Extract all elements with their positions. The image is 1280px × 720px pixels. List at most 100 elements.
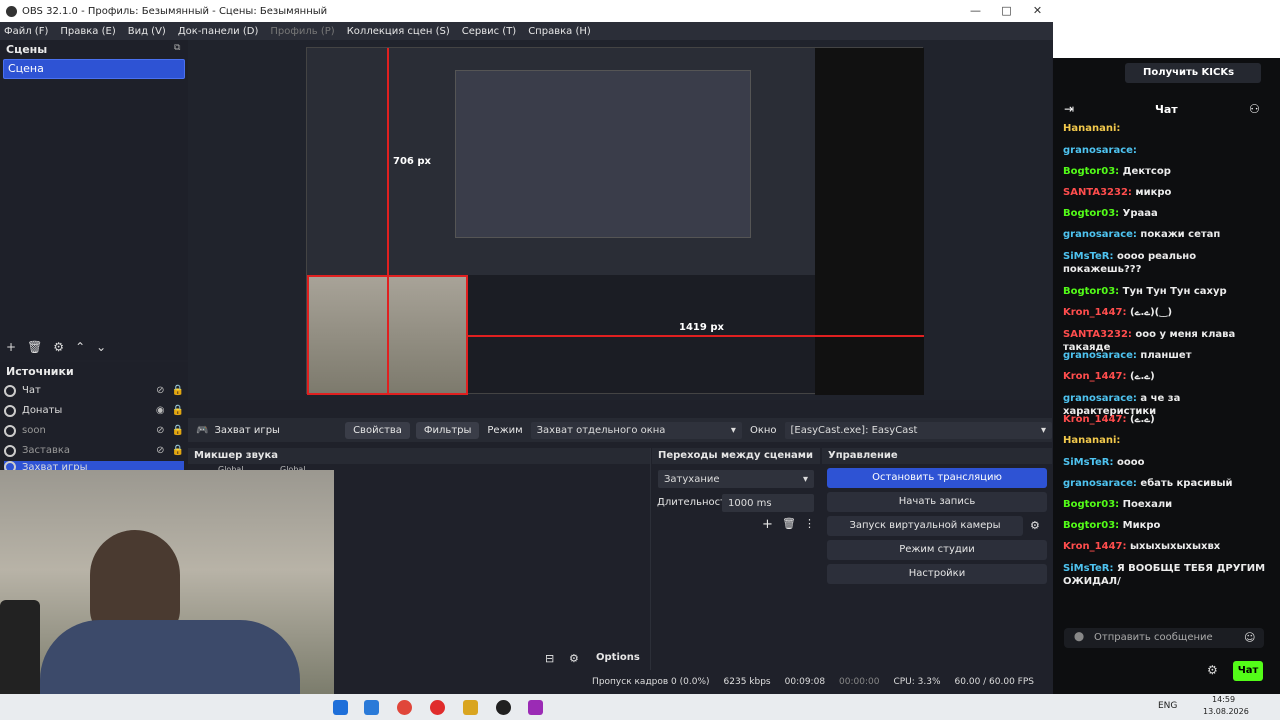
lock-icon[interactable]: 🔒 (172, 385, 184, 396)
lock-icon[interactable]: 🔒 (172, 445, 184, 456)
maximize-button[interactable]: □ (991, 0, 1022, 22)
chat-username[interactable]: Hananani: (1063, 435, 1120, 446)
chevron-down-icon: ▾ (1040, 424, 1046, 436)
more-icon[interactable]: ⋮ (804, 517, 815, 530)
move-up-icon[interactable]: ⌃ (75, 340, 85, 354)
virtual-camera-settings-icon[interactable]: ⚙ (1030, 519, 1040, 532)
lock-icon[interactable]: 🔒 (172, 405, 184, 416)
clock-time[interactable]: 14:59 (1212, 695, 1235, 704)
mode-select[interactable]: Захват отдельного окна ▾ (530, 421, 742, 439)
chat-message-text: (ے.ے) (1130, 414, 1155, 425)
menu-view[interactable]: Вид (V) (128, 26, 166, 37)
transition-select[interactable]: Затухание ▾ (658, 470, 814, 488)
window-select[interactable]: [EasyCast.exe]: EasyCast ▾ (784, 421, 1052, 439)
transition-select-value: Затухание (664, 473, 720, 485)
language-indicator[interactable]: ENG (1158, 701, 1177, 711)
start-virtual-camera-button[interactable]: Запуск виртуальной камеры (827, 516, 1023, 536)
minimize-button[interactable]: — (960, 0, 991, 22)
chat-input-icon: ⬤ (1074, 632, 1085, 642)
menu-help[interactable]: Справка (H) (528, 26, 591, 37)
cpu-usage: CPU: 3.3% (893, 677, 941, 687)
source-item[interactable]: Донаты ◉ 🔒 (4, 401, 184, 420)
collapse-chat-icon[interactable]: ⇥ (1064, 102, 1074, 116)
preview-canvas[interactable]: 706 px 1419 px (306, 47, 924, 395)
obs-icon[interactable] (496, 700, 511, 715)
menu-edit[interactable]: Правка (E) (60, 26, 115, 37)
app-icon[interactable] (463, 700, 478, 715)
trash-icon[interactable]: 🗑 (782, 517, 796, 530)
filter-icon[interactable]: ⚙ (53, 340, 64, 354)
chat-username[interactable]: granosarace: (1063, 145, 1137, 156)
chat-username[interactable]: Kron_1447: (1063, 371, 1127, 382)
chat-username[interactable]: Bogtor03: (1063, 499, 1119, 510)
mixer-settings-icon[interactable]: ⚙ (569, 652, 579, 665)
add-transition-icon[interactable]: + (762, 517, 773, 532)
send-chat-button[interactable]: Чат (1233, 661, 1263, 681)
chat-username[interactable]: Bogtor03: (1063, 208, 1119, 219)
source-item[interactable]: soon ⊘ 🔒 (4, 421, 184, 440)
chat-username[interactable]: SANTA3232: (1063, 329, 1132, 340)
move-down-icon[interactable]: ⌄ (96, 340, 106, 354)
stop-stream-button[interactable]: Остановить трансляцию (827, 468, 1047, 488)
menu-file[interactable]: Файл (F) (4, 26, 48, 37)
eye-hidden-icon[interactable]: ⊘ (156, 425, 164, 436)
chat-username[interactable]: granosarace: (1063, 478, 1137, 489)
mixer-options-button[interactable]: Options (596, 652, 640, 663)
add-icon[interactable]: + (6, 340, 16, 354)
close-button[interactable]: ✕ (1022, 0, 1053, 22)
chat-username[interactable]: Bogtor03: (1063, 166, 1119, 177)
menu-profile[interactable]: Профиль (P) (270, 26, 334, 37)
fps: 60.00 / 60.00 FPS (954, 677, 1034, 687)
emoji-icon[interactable]: ☺ (1244, 631, 1255, 644)
yandex-icon[interactable] (430, 700, 445, 715)
mixer-layout-icon[interactable]: ⊟ (545, 652, 554, 665)
eye-hidden-icon[interactable]: ⊘ (156, 445, 164, 456)
source-item[interactable]: Чат ⊘ 🔒 (4, 381, 184, 400)
studio-mode-button[interactable]: Режим студии (827, 540, 1047, 560)
clock-date[interactable]: 13.08.2026 (1203, 707, 1249, 716)
chat-username[interactable]: granosarace: (1063, 350, 1137, 361)
browser-source-icon (4, 404, 16, 417)
chat-username[interactable]: Hananani: (1063, 123, 1120, 134)
height-guide-label: 706 px (393, 156, 431, 167)
trash-icon[interactable]: 🗑 (27, 340, 42, 354)
chat-username[interactable]: Bogtor03: (1063, 286, 1119, 297)
chrome-icon[interactable] (397, 700, 412, 715)
chat-username[interactable]: SiMsTeR: (1063, 251, 1114, 262)
eye-icon[interactable]: ◉ (156, 405, 165, 416)
start-recording-button[interactable]: Начать запись (827, 492, 1047, 512)
chat-username[interactable]: granosarace: (1063, 229, 1137, 240)
get-kicks-button[interactable]: Получить KICKs (1125, 63, 1261, 83)
filters-button[interactable]: Фильтры (415, 421, 480, 439)
users-icon[interactable]: ⚇ (1249, 102, 1260, 116)
chat-username[interactable]: SANTA3232: (1063, 187, 1132, 198)
chat-username[interactable]: Kron_1447: (1063, 307, 1127, 318)
chat-username[interactable]: SiMsTeR: (1063, 563, 1114, 574)
lock-icon[interactable]: 🔒 (172, 425, 184, 436)
scene-item[interactable]: Сцена (3, 59, 185, 79)
chat-message: Kron_1447: (ے.ے)(‿) (1063, 306, 1273, 319)
menu-tools[interactable]: Сервис (T) (462, 26, 516, 37)
menu-scene-collection[interactable]: Коллекция сцен (S) (347, 26, 450, 37)
source-item[interactable]: Заставка ⊘ 🔒 (4, 441, 184, 460)
chat-username[interactable]: granosarace: (1063, 393, 1137, 404)
dropped-frames: Пропуск кадров 0 (0.0%) (592, 677, 710, 687)
chat-username[interactable]: Kron_1447: (1063, 414, 1127, 425)
duration-spinbox[interactable]: 1000 ms (722, 494, 814, 512)
undock-icon[interactable]: ⧉ (174, 43, 180, 53)
chat-username[interactable]: Bogtor03: (1063, 520, 1119, 531)
chat-message-text: Дектсор (1122, 166, 1171, 177)
start-icon[interactable] (333, 700, 348, 715)
menu-docks[interactable]: Док-панели (D) (178, 26, 259, 37)
chat-message-text: Урааа (1122, 208, 1158, 219)
chat-input[interactable]: ⬤ Отправить сообщение ☺ (1064, 628, 1264, 648)
settings-button[interactable]: Настройки (827, 564, 1047, 584)
eye-hidden-icon[interactable]: ⊘ (156, 385, 164, 396)
chat-username[interactable]: Kron_1447: (1063, 541, 1127, 552)
app2-icon[interactable] (528, 700, 543, 715)
explorer-icon[interactable] (364, 700, 379, 715)
properties-button[interactable]: Свойства (345, 421, 410, 439)
chat-username[interactable]: SiMsTeR: (1063, 457, 1114, 468)
chat-message: granosarace: покажи сетап (1063, 228, 1273, 241)
chat-settings-icon[interactable]: ⚙ (1207, 663, 1218, 677)
